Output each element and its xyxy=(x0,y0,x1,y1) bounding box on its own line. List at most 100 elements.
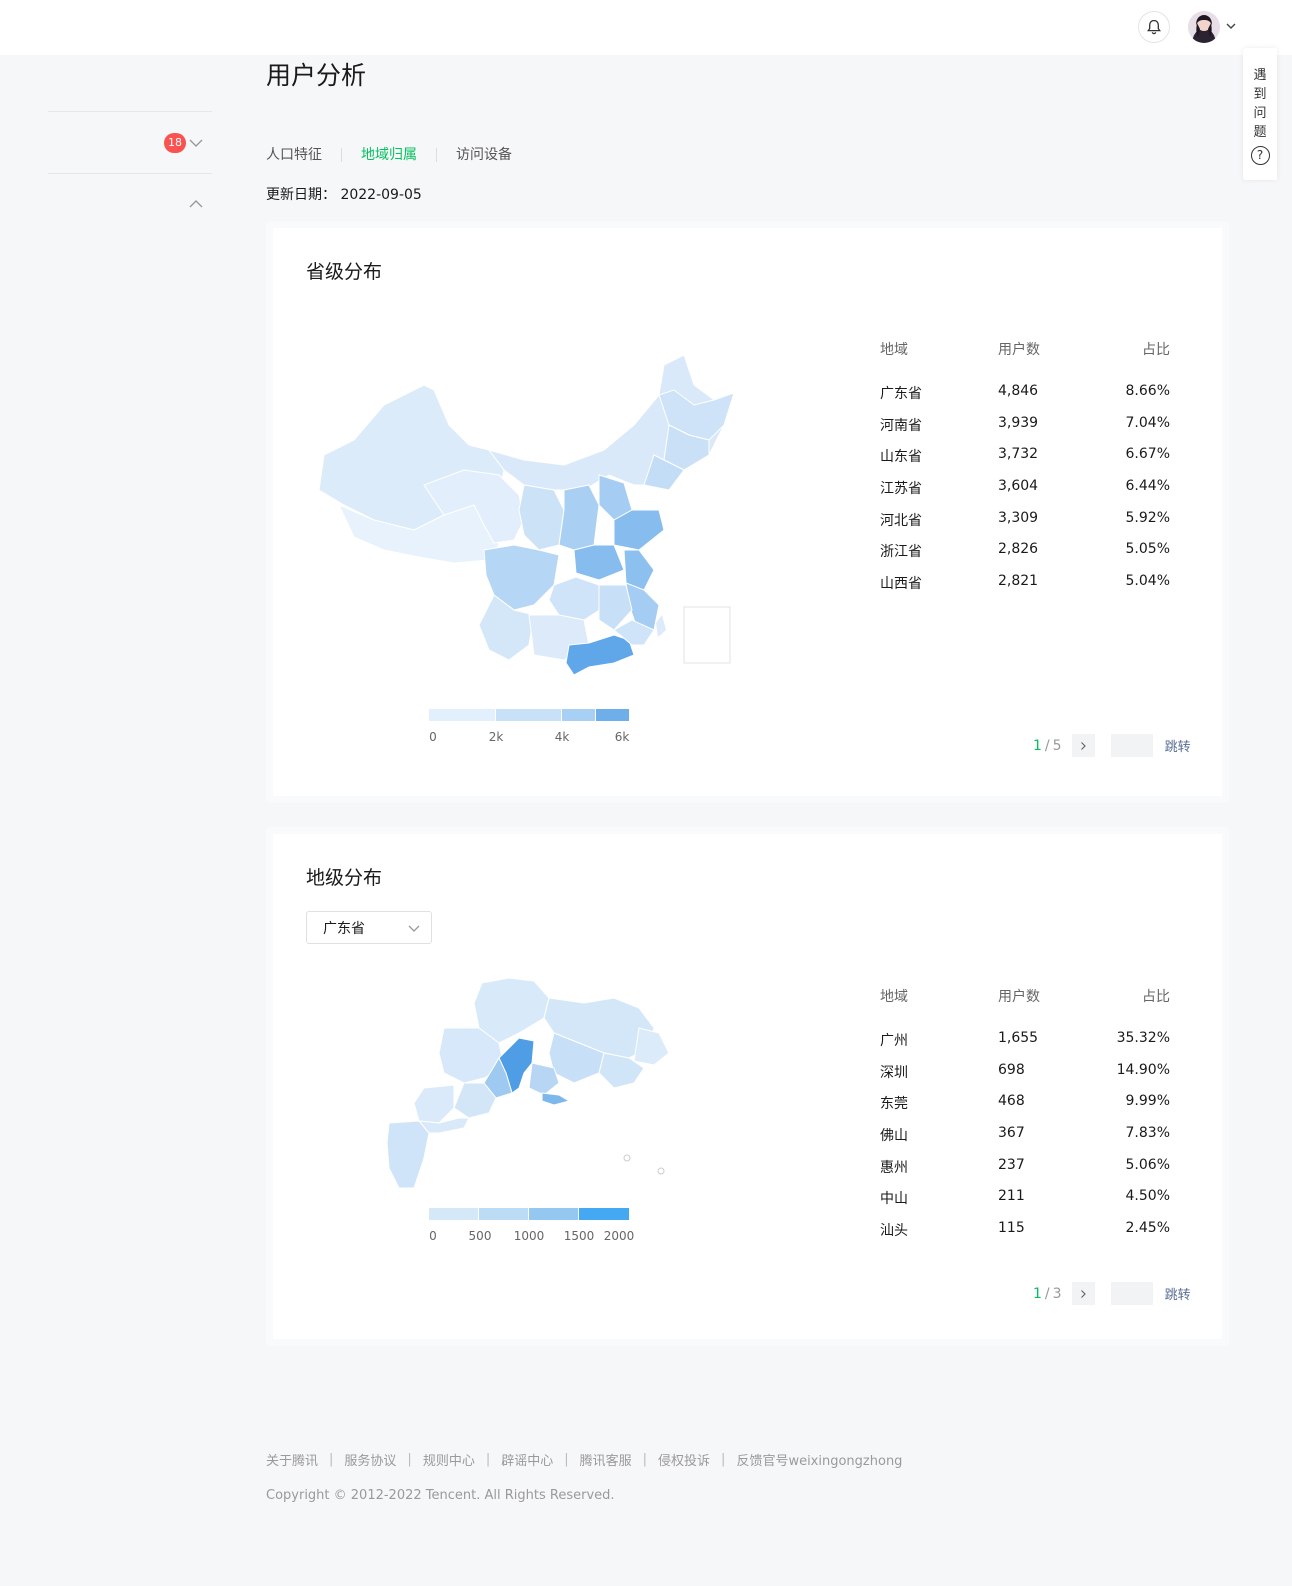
footer-link-infringement[interactable]: 侵权投诉 xyxy=(658,1450,710,1469)
cell-users: 237 xyxy=(998,1156,1025,1173)
next-page-button[interactable] xyxy=(1071,1282,1095,1305)
legend-segment xyxy=(429,1208,479,1220)
table-row: 中山 211 4.50% xyxy=(880,1188,1170,1220)
tab-devices[interactable]: 访问设备 xyxy=(456,146,512,164)
legend-tick: 2000 xyxy=(603,1229,635,1243)
tab-demographics[interactable]: 人口特征 xyxy=(266,146,322,164)
legend-tick: 4k xyxy=(554,730,570,744)
cell-region: 中山 xyxy=(880,1191,908,1208)
province-legend-bar xyxy=(429,709,629,721)
footer-separator: | xyxy=(564,1452,569,1467)
table-row: 广州 1,655 35.32% xyxy=(880,1030,1170,1062)
table-row: 山西省 2,821 5.04% xyxy=(880,573,1170,605)
cell-ratio: 6.44% xyxy=(1125,478,1170,495)
legend-tick: 2k xyxy=(488,730,504,744)
cell-ratio: 7.04% xyxy=(1125,414,1170,431)
city-section-title: 地级分布 xyxy=(306,867,383,889)
page-separator: / xyxy=(1044,737,1050,754)
footer-separator: | xyxy=(721,1452,726,1467)
footer-link-rumor-center[interactable]: 辟谣中心 xyxy=(501,1450,553,1469)
cell-ratio: 5.92% xyxy=(1125,509,1170,526)
cell-users: 115 xyxy=(998,1220,1025,1237)
cell-users: 3,939 xyxy=(998,414,1039,431)
cell-region: 佛山 xyxy=(880,1128,908,1145)
cell-region: 山东省 xyxy=(880,449,922,466)
tab-divider xyxy=(341,148,342,162)
cell-users: 4,846 xyxy=(998,383,1039,399)
column-header-users: 用户数 xyxy=(998,342,1040,358)
chevron-right-icon xyxy=(1081,741,1086,750)
cell-ratio: 8.66% xyxy=(1125,383,1170,399)
page-total: 3 xyxy=(1052,1285,1062,1302)
cell-users: 367 xyxy=(998,1125,1025,1142)
tab-region[interactable]: 地域归属 xyxy=(361,146,417,164)
table-row: 东莞 468 9.99% xyxy=(880,1093,1170,1125)
help-label: 遇到问题 xyxy=(1253,68,1267,140)
city-legend: 0 500 1000 1500 2000 xyxy=(429,1208,634,1244)
footer-link-about[interactable]: 关于腾讯 xyxy=(266,1450,318,1469)
help-floating-button[interactable]: 遇到问题 ? xyxy=(1243,48,1277,180)
footer-link-service-agreement[interactable]: 服务协议 xyxy=(344,1450,396,1469)
page-jump-button[interactable]: 跳转 xyxy=(1165,1284,1191,1303)
table-row: 浙江省 2,826 5.05% xyxy=(880,541,1170,573)
table-row: 深圳 698 14.90% xyxy=(880,1062,1170,1094)
cell-region: 浙江省 xyxy=(880,544,922,561)
cell-ratio: 5.04% xyxy=(1125,573,1170,590)
legend-segment xyxy=(562,709,596,721)
footer-link-rules[interactable]: 规则中心 xyxy=(423,1450,475,1469)
cell-users: 698 xyxy=(998,1061,1025,1078)
cell-ratio: 5.05% xyxy=(1125,541,1170,558)
question-icon: ? xyxy=(1250,146,1270,165)
next-page-button[interactable] xyxy=(1071,734,1095,757)
table-row: 山东省 3,732 6.67% xyxy=(880,446,1170,478)
guangdong-city-map[interactable] xyxy=(384,973,674,1193)
cell-region: 河北省 xyxy=(880,512,922,529)
cell-ratio: 35.32% xyxy=(1116,1030,1170,1046)
table-header: 地域 用户数 占比 xyxy=(880,986,1170,1006)
chevron-down-icon[interactable] xyxy=(189,137,203,149)
footer-separator: | xyxy=(485,1452,491,1467)
page-current: 1 xyxy=(1033,737,1042,754)
sidebar-divider xyxy=(48,173,212,174)
table-row: 汕头 115 2.45% xyxy=(880,1220,1170,1252)
table-row: 江苏省 3,604 6.44% xyxy=(880,478,1170,510)
province-select[interactable]: 广东省 xyxy=(306,911,432,944)
legend-tick: 1000 xyxy=(513,1229,545,1243)
column-header-region: 地域 xyxy=(880,342,908,358)
page-jump-input[interactable] xyxy=(1110,734,1153,757)
legend-segment xyxy=(429,709,496,721)
city-pagination: 1 / 3 跳转 xyxy=(1033,1282,1191,1305)
notification-bell-button[interactable] xyxy=(1138,11,1170,43)
page-jump-input[interactable] xyxy=(1110,1282,1153,1305)
page-title: 用户分析 xyxy=(266,61,367,90)
page-total: 5 xyxy=(1052,737,1062,754)
column-header-region: 地域 xyxy=(880,989,908,1005)
page-current: 1 xyxy=(1033,1285,1042,1302)
china-province-map[interactable] xyxy=(314,345,734,675)
cell-users: 1,655 xyxy=(998,1030,1039,1046)
notification-count-badge: 18 xyxy=(164,133,186,153)
cell-region: 汕头 xyxy=(880,1223,908,1240)
city-distribution-card: 地级分布 广东省 0 500 1000 1500 2000 地域 用户数 占比 … xyxy=(266,827,1229,1346)
page-jump-button[interactable]: 跳转 xyxy=(1165,736,1191,755)
legend-tick: 0 xyxy=(429,1229,437,1243)
page-separator: / xyxy=(1044,1285,1050,1302)
chevron-up-icon[interactable] xyxy=(189,198,203,210)
footer-link-customer-service[interactable]: 腾讯客服 xyxy=(580,1450,632,1469)
cell-ratio: 14.90% xyxy=(1116,1061,1170,1078)
footer-separator: | xyxy=(407,1452,412,1467)
province-legend: 0 2k 4k 6k xyxy=(429,709,629,745)
chevron-down-icon[interactable] xyxy=(1224,19,1238,33)
cell-region: 广东省 xyxy=(880,386,922,402)
column-header-users: 用户数 xyxy=(998,989,1040,1005)
update-date: 更新日期： 2022-09-05 xyxy=(266,184,422,204)
footer-separator: | xyxy=(329,1452,334,1467)
cell-ratio: 7.83% xyxy=(1125,1125,1170,1142)
column-header-ratio: 占比 xyxy=(1142,989,1170,1005)
table-row: 惠州 237 5.06% xyxy=(880,1157,1170,1189)
legend-segment xyxy=(579,1208,629,1220)
cell-ratio: 2.45% xyxy=(1125,1220,1170,1237)
footer-link-feedback[interactable]: 反馈官号weixingongzhong xyxy=(736,1450,902,1469)
user-avatar[interactable] xyxy=(1188,11,1220,43)
column-header-ratio: 占比 xyxy=(1142,342,1170,358)
